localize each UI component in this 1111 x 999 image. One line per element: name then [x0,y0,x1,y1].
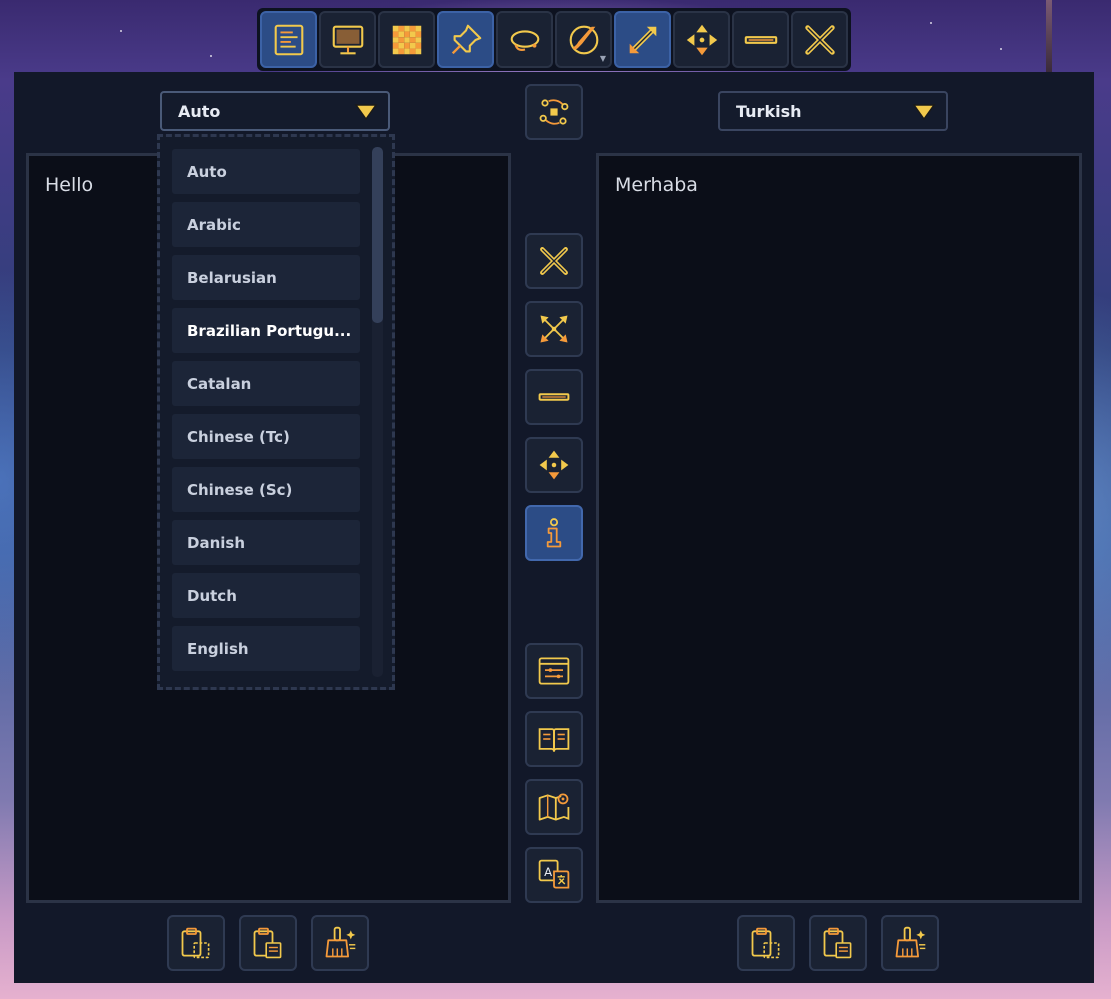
info-icon [546,518,562,548]
resize-diagonal-icon [629,26,656,53]
dictionary-button[interactable] [525,711,583,767]
monitor-button[interactable] [319,11,376,68]
dropdown-scrollbar[interactable] [372,147,383,677]
close-button[interactable] [791,11,848,68]
swap-languages-button[interactable] [525,84,583,140]
language-option-chinese-sc[interactable]: Chinese (Sc) [172,467,360,512]
source-paste-button[interactable] [167,915,225,971]
language-option-danish[interactable]: Danish [172,520,360,565]
move-button[interactable] [673,11,730,68]
expand-icon [540,315,568,343]
minimize-button[interactable] [732,11,789,68]
language-option-auto[interactable]: Auto [172,149,360,194]
minimize-icon [744,35,777,44]
clear-icon [895,926,926,958]
map-button[interactable] [525,779,583,835]
swap-languages-icon [539,99,569,125]
translate-button[interactable]: A [525,847,583,903]
monitor-icon [332,25,363,54]
expand-button[interactable] [525,301,583,357]
close-button[interactable] [525,233,583,289]
translate-icon: A [538,859,570,889]
paste-icon [751,927,780,959]
close-icon [804,24,835,55]
language-option-english[interactable]: English [172,626,360,671]
move-button[interactable] [525,437,583,493]
settings-window-button[interactable] [525,643,583,699]
translator-window: Auto Turkish Hello Merhaba A Auto Arabic… [14,72,1094,983]
source-language-dropdown: Auto Arabic Belarusian Brazilian Portugu… [157,134,395,690]
checkerboard-icon [392,25,421,54]
language-option-chinese-tc[interactable]: Chinese (Tc) [172,414,360,459]
move-icon [539,450,569,480]
dropdown-scrollbar-thumb[interactable] [372,147,383,323]
top-toolbar: ▼ [257,8,851,71]
background-star [1000,48,1002,50]
lasso-button[interactable] [496,11,553,68]
paint-brush-button[interactable]: ▼ [555,11,612,68]
paint-brush-icon [569,25,598,54]
close-icon [540,247,568,275]
source-clear-button[interactable] [311,915,369,971]
target-language-label: Turkish [736,101,802,121]
lasso-icon [510,29,539,51]
source-copy-button[interactable] [239,915,297,971]
background-spire [1046,0,1052,72]
dictionary-icon [538,728,570,752]
target-copy-button[interactable] [809,915,867,971]
target-clear-button[interactable] [881,915,939,971]
language-option-brazilian-portuguese[interactable]: Brazilian Portugu... [172,308,360,353]
minimize-icon [538,393,570,401]
target-language-select[interactable]: Turkish [718,91,948,131]
map-icon [538,793,570,821]
move-icon [686,24,717,55]
pin-button[interactable] [437,11,494,68]
chevron-down-icon [912,104,936,121]
target-text: Merhaba [615,174,698,196]
settings-window-icon [538,657,570,685]
transparency-button[interactable] [378,11,435,68]
target-text-area[interactable]: Merhaba [596,153,1082,903]
chevron-down-icon [354,104,378,121]
svg-text:A: A [544,865,552,879]
source-language-label: Auto [178,101,221,121]
background-star [210,55,212,57]
pin-icon [451,24,481,54]
target-paste-button[interactable] [737,915,795,971]
dropdown-indicator-icon: ▼ [599,54,606,63]
language-option-dutch[interactable]: Dutch [172,573,360,618]
clear-icon [325,926,356,958]
language-option-belarusian[interactable]: Belarusian [172,255,360,300]
text-mode-button[interactable] [260,11,317,68]
info-button[interactable] [525,505,583,561]
source-text: Hello [45,174,94,196]
source-language-select[interactable]: Auto [160,91,390,131]
text-mode-icon [274,24,303,55]
paste-icon [181,927,210,959]
background-star [120,30,122,32]
copy-icon [253,927,282,959]
minimize-button[interactable] [525,369,583,425]
background-star [930,22,932,24]
copy-icon [823,927,852,959]
language-option-arabic[interactable]: Arabic [172,202,360,247]
resize-button[interactable] [614,11,671,68]
language-option-catalan[interactable]: Catalan [172,361,360,406]
